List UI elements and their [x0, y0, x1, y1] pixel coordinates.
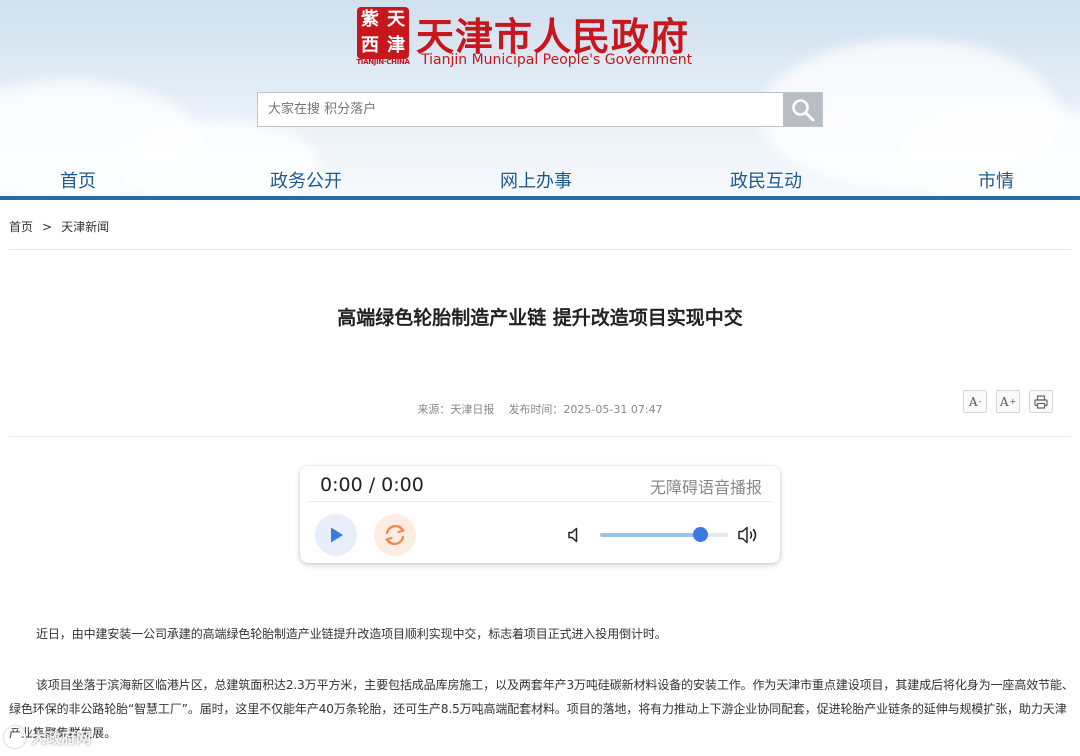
volume-slider[interactable] — [600, 527, 728, 542]
nav-item-gov-affairs[interactable]: 政务公开 — [270, 167, 342, 193]
replay-icon — [385, 525, 405, 545]
city-seal-logo[interactable]: 紫 天 西 津 — [357, 7, 409, 59]
font-decrease-sup: - — [978, 397, 982, 406]
breadcrumb-separator: > — [42, 220, 53, 234]
search-button[interactable] — [783, 93, 822, 126]
search-icon — [791, 98, 814, 121]
breadcrumb: 首页 > 天津新闻 — [9, 218, 109, 235]
nav-item-online-services[interactable]: 网上办事 — [500, 167, 572, 193]
article-meta: 来源：天津日报 发布时间：2025-05-31 07:47 — [0, 401, 1080, 417]
seal-char: 津 — [387, 35, 405, 56]
font-decrease-label: A — [968, 394, 978, 409]
site-subtitle: Tianjin Municipal People's Government — [421, 52, 693, 68]
print-button[interactable] — [1029, 390, 1053, 413]
font-increase-sup: + — [1009, 397, 1017, 406]
nav-divider — [0, 196, 1080, 200]
play-icon — [331, 527, 343, 543]
article-publish-time: 发布时间：2025-05-31 07:47 — [508, 403, 663, 416]
search-input[interactable] — [258, 93, 783, 126]
volume-slider-fill — [600, 533, 700, 537]
seal-caption: TIANJIN·CHINA — [356, 58, 410, 66]
site-header: 紫 天 西 津 TIANJIN·CHINA 天津市人民政府 Tianjin Mu… — [0, 0, 1080, 200]
volume-high-icon[interactable] — [737, 524, 761, 546]
main-nav: 首页 政务公开 网上办事 政民互动 市情 — [0, 160, 1080, 196]
article-tools: A- A + — [963, 390, 1053, 413]
article-title: 高端绿色轮胎制造产业链 提升改造项目实现中交 — [337, 307, 743, 329]
article-source: 来源：天津日报 — [417, 403, 495, 416]
nav-item-city-info[interactable]: 市情 — [978, 167, 1014, 193]
player-time: 0:00 / 0:00 — [320, 474, 424, 496]
player-divider — [308, 501, 772, 502]
breadcrumb-tianjin-news[interactable]: 天津新闻 — [61, 218, 109, 235]
seal-char: 紫 — [361, 9, 379, 30]
volume-slider-knob[interactable] — [692, 527, 708, 542]
print-icon — [1034, 394, 1048, 409]
nav-item-home[interactable]: 首页 — [60, 167, 96, 193]
play-button[interactable] — [315, 514, 357, 556]
breadcrumb-home[interactable]: 首页 — [9, 218, 33, 235]
player-label: 无障碍语音播报 — [649, 478, 762, 497]
font-decrease-button[interactable]: A- — [963, 390, 987, 413]
audio-player: 0:00 / 0:00 无障碍语音播报 — [300, 466, 780, 563]
replay-button[interactable] — [374, 514, 416, 556]
divider — [9, 436, 1071, 437]
divider — [9, 249, 1071, 250]
article-paragraph: 该项目坐落于滨海新区临港片区，总建筑面积达2.3万平方米，主要包括成品库房施工，… — [9, 678, 1074, 740]
font-increase-button[interactable]: A + — [996, 390, 1020, 413]
seal-char: 西 — [361, 35, 379, 56]
article-paragraph: 近日，由中建安装一公司承建的高端绿色轮胎制造产业链提升改造项目顺利实现中交，标志… — [36, 627, 667, 641]
font-increase-label: A — [999, 394, 1009, 409]
volume-low-icon[interactable] — [566, 526, 584, 544]
seal-char: 天 — [387, 9, 405, 30]
nav-item-interaction[interactable]: 政民互动 — [730, 167, 802, 193]
search-bar — [257, 92, 823, 127]
